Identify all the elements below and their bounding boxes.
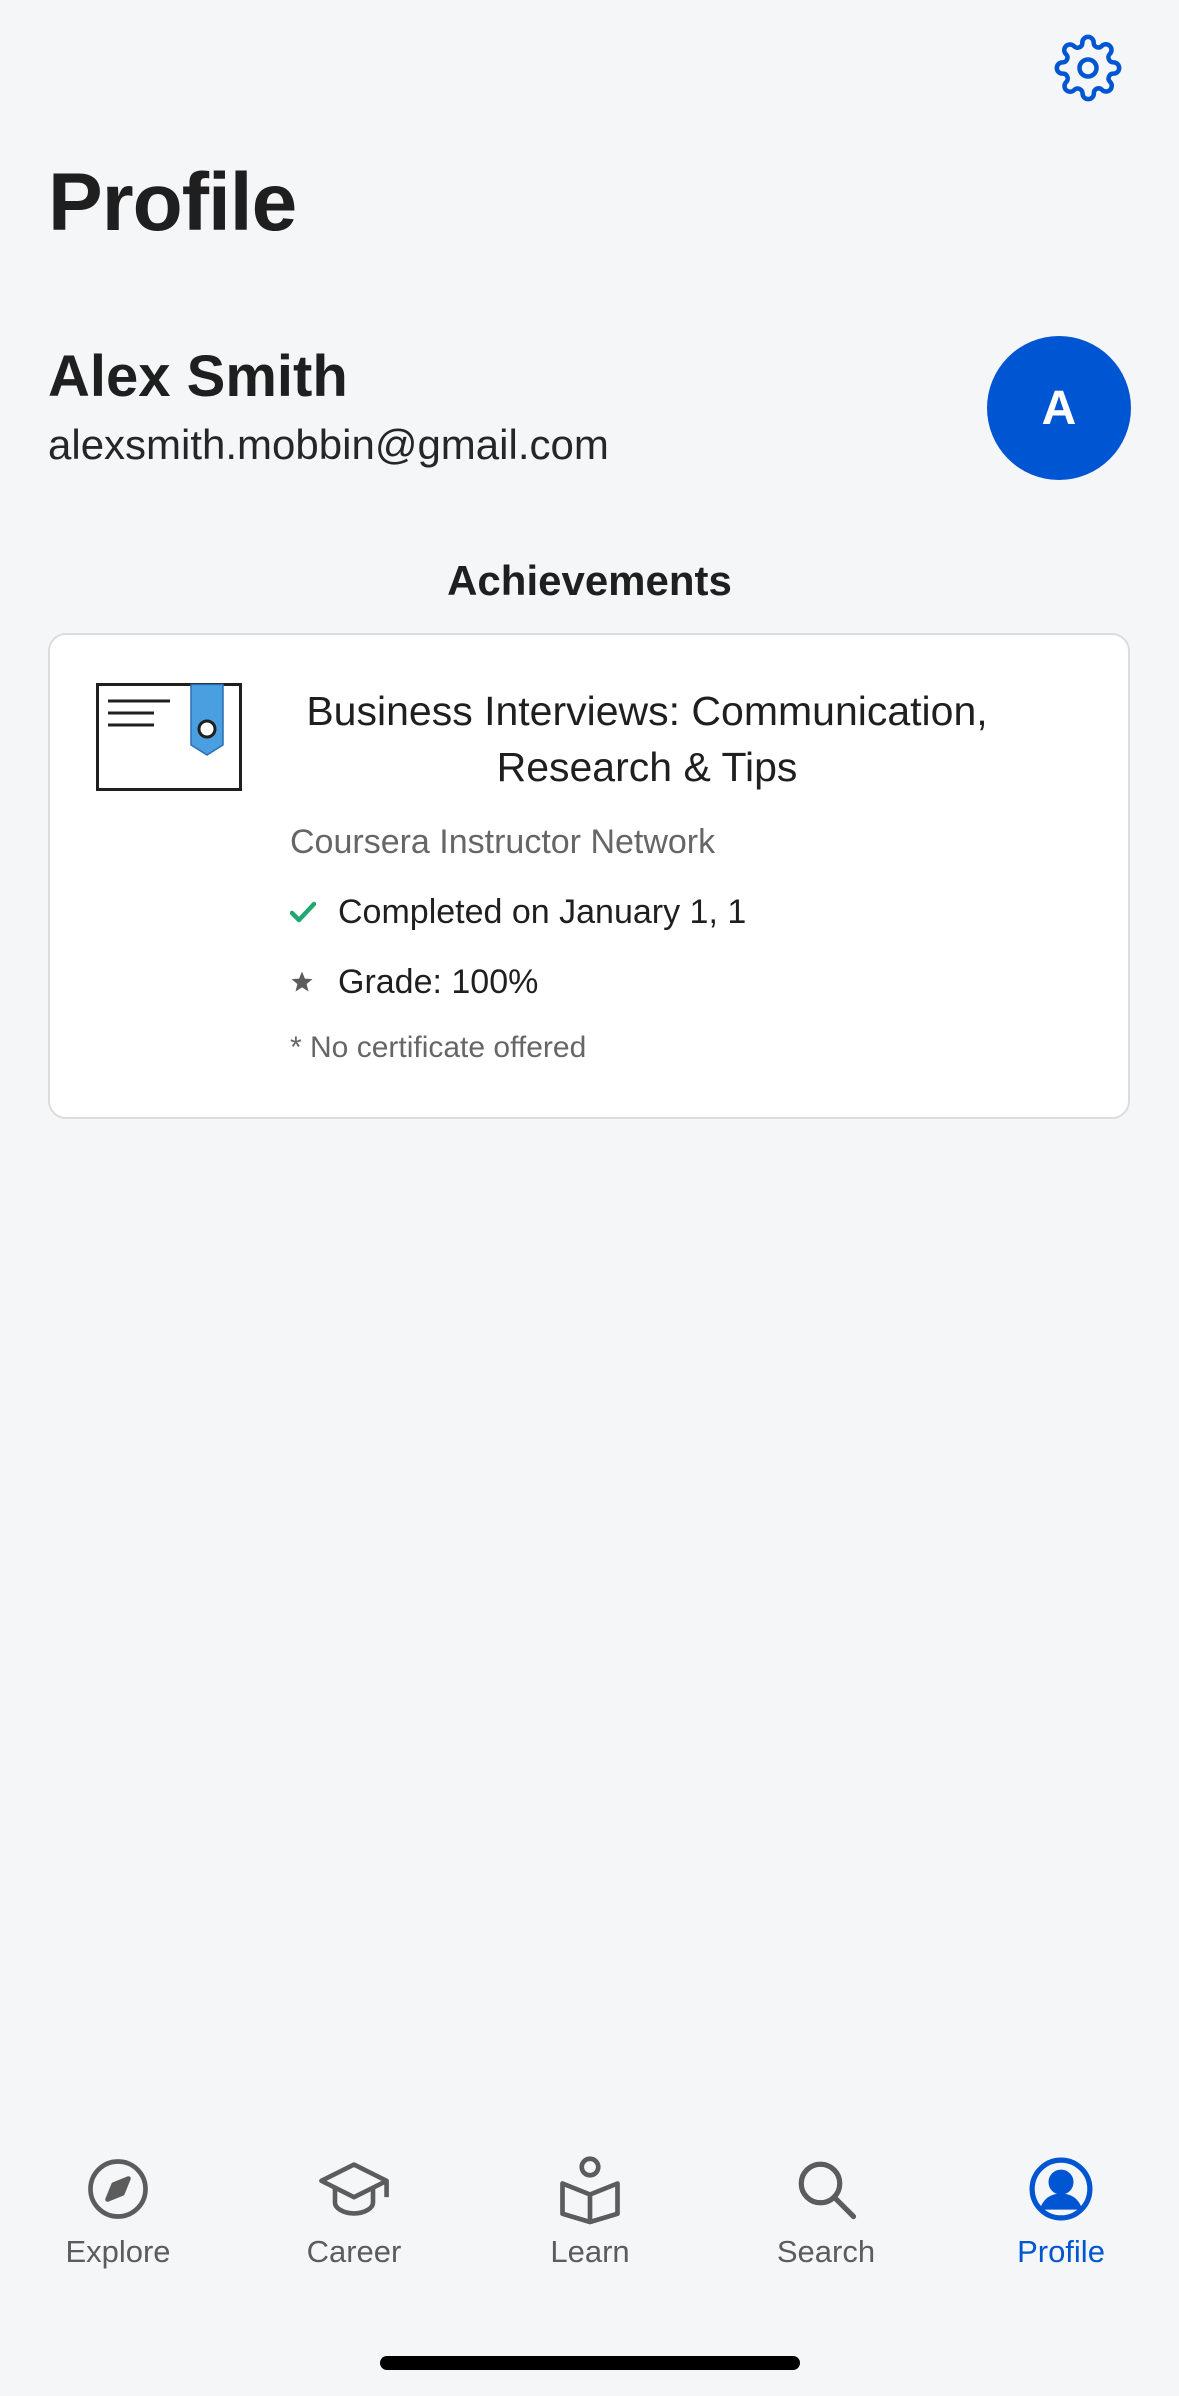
grade: Grade: 100% — [338, 963, 539, 1001]
achievements-heading: Achievements — [447, 557, 732, 604]
tab-career[interactable]: Career — [236, 2150, 472, 2280]
graduation-cap-icon — [319, 2162, 389, 2216]
compass-icon — [88, 2159, 148, 2219]
gear-icon — [1054, 34, 1122, 102]
search-icon — [798, 2161, 857, 2220]
tab-label: Search — [776, 2234, 876, 2269]
grade-row: Grade: 100% — [290, 965, 538, 999]
course-partner: Coursera Instructor Network — [290, 823, 716, 861]
course-title: Business Interviews: Communication, Rese… — [306, 688, 988, 790]
tab-label: Career — [306, 2234, 402, 2269]
user-name: Alex Smith — [48, 344, 348, 409]
user-circle-icon — [1029, 2157, 1093, 2221]
tab-profile[interactable]: Profile — [943, 2150, 1179, 2280]
achievement-card[interactable]: Business Interviews: Communication, Rese… — [48, 633, 1130, 1119]
completion-date: Completed on January 1, 1 — [338, 893, 747, 931]
star-icon — [291, 971, 313, 992]
tab-learn[interactable]: Learn — [472, 2150, 708, 2280]
bottom-tab-bar: Explore Career Learn Search Profile — [0, 2150, 1179, 2280]
tab-label: Learn — [550, 2234, 630, 2269]
tab-label: Profile — [1017, 2234, 1105, 2269]
tab-search[interactable]: Search — [708, 2150, 944, 2280]
page-title: Profile — [48, 157, 297, 248]
user-email: alexsmith.mobbin@gmail.com — [48, 421, 609, 468]
home-indicator — [380, 2356, 800, 2370]
check-icon — [290, 901, 316, 923]
tab-label: Explore — [65, 2234, 171, 2269]
certificate-icon — [96, 683, 242, 791]
learner-book-icon — [560, 2156, 620, 2225]
certificate-note: * No certificate offered — [290, 1031, 587, 1064]
settings-button[interactable] — [1052, 32, 1124, 104]
completion-row: Completed on January 1, 1 — [290, 895, 746, 929]
tab-explore[interactable]: Explore — [0, 2150, 236, 2280]
avatar[interactable]: A — [987, 336, 1131, 480]
